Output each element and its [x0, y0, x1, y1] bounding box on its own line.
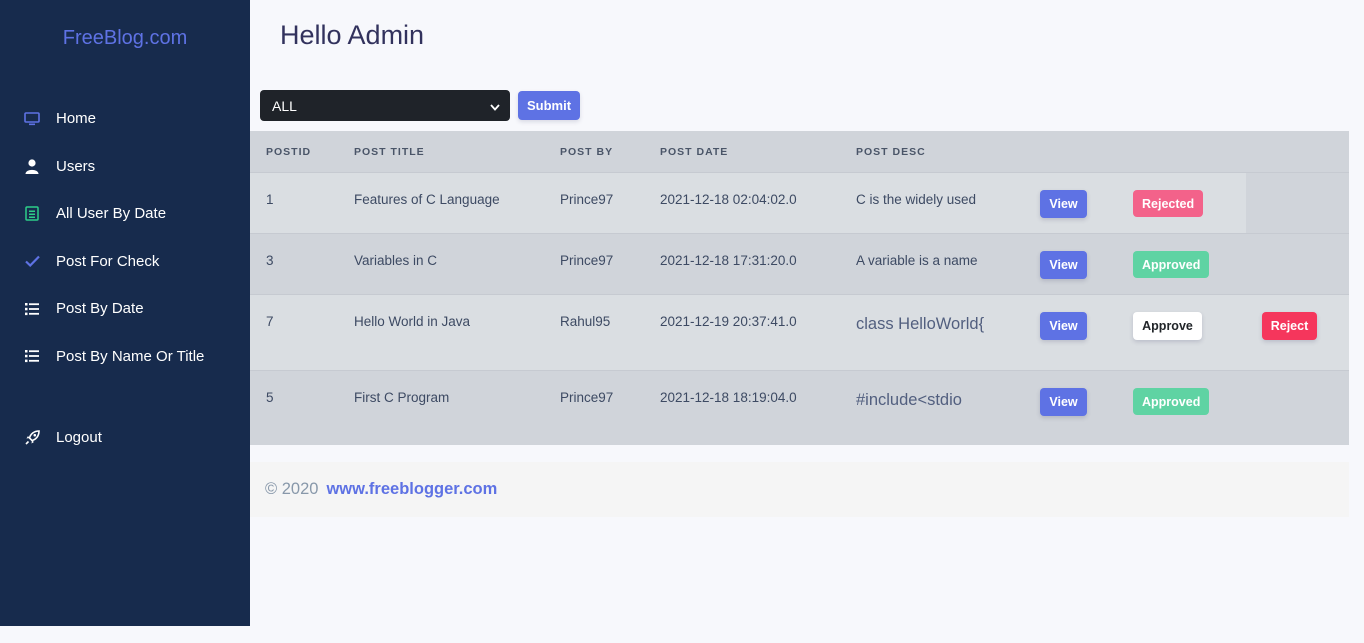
- post-title: Variables in C: [354, 253, 438, 268]
- sidebar-item-post-by-name-or-title[interactable]: Post By Name Or Title: [0, 333, 250, 381]
- sidebar-item-logout[interactable]: Logout: [0, 414, 250, 462]
- brand-logo[interactable]: FreeBlog.com: [0, 27, 250, 50]
- calendar-list-icon: [24, 206, 40, 222]
- sidebar-item-label: Home: [56, 110, 97, 128]
- table-row: 1 Features of C Language Prince97 2021-1…: [250, 172, 1349, 233]
- status-select-value: ALL: [272, 97, 297, 114]
- sidebar-item-label: Users: [56, 157, 96, 175]
- view-button[interactable]: View: [1040, 388, 1087, 416]
- logout-section: Logout: [0, 414, 250, 462]
- footer-link[interactable]: www.freeblogger.com: [326, 480, 497, 499]
- column-header-post-title: POST TITLE: [354, 145, 425, 158]
- rocket-icon: [24, 430, 40, 446]
- reject-button[interactable]: Reject: [1262, 312, 1317, 340]
- submit-button[interactable]: Submit: [518, 91, 581, 120]
- post-title: First C Program: [354, 390, 450, 405]
- list-icon: [24, 301, 40, 317]
- sidebar-item-label: Post For Check: [56, 252, 160, 270]
- post-author: Prince97: [560, 192, 614, 207]
- post-date: 2021-12-18 02:04:02.0: [660, 192, 797, 207]
- post-id: 1: [266, 192, 274, 207]
- sidebar-item-users[interactable]: Users: [0, 143, 250, 191]
- table-row: 7 Hello World in Java Rahul95 2021-12-19…: [250, 294, 1349, 370]
- post-id: 3: [266, 253, 274, 268]
- page-title: Hello Admin: [280, 20, 425, 50]
- column-header-post-by: POST BY: [560, 145, 614, 158]
- column-header-post-desc: POST DESC: [856, 145, 926, 158]
- post-title: Hello World in Java: [354, 314, 471, 329]
- post-desc: class HelloWorld{: [856, 315, 985, 333]
- view-button[interactable]: View: [1040, 190, 1087, 218]
- post-author: Prince97: [560, 390, 614, 405]
- status-badge: Rejected: [1133, 190, 1204, 217]
- sidebar-item-home[interactable]: Home: [0, 95, 250, 143]
- filter-bar: ALL Submit: [260, 90, 581, 121]
- sidebar-item-all-user-by-date[interactable]: All User By Date: [0, 190, 250, 238]
- status-badge: Approved: [1133, 388, 1210, 415]
- sidebar-nav: Home Users All User By Date Post For Che…: [0, 95, 250, 380]
- post-date: 2021-12-19 20:37:41.0: [660, 314, 797, 329]
- main-content: Hello Admin ALL Submit POSTID POST TITLE…: [250, 0, 1364, 643]
- status-select[interactable]: ALL: [260, 90, 510, 121]
- copyright-text: © 2020: [265, 480, 319, 498]
- table-header: POSTID POST TITLE POST BY POST DATE POST…: [250, 131, 1349, 172]
- post-desc: #include<stdio: [856, 391, 962, 409]
- sidebar-item-label: Post By Date: [56, 300, 144, 318]
- post-desc: C is the widely used: [856, 192, 977, 207]
- sidebar-item-post-for-check[interactable]: Post For Check: [0, 238, 250, 286]
- sidebar-item-post-by-date[interactable]: Post By Date: [0, 285, 250, 333]
- footer: © 2020 www.freeblogger.com: [250, 462, 1349, 517]
- view-button[interactable]: View: [1040, 312, 1087, 340]
- posts-table: POSTID POST TITLE POST BY POST DATE POST…: [250, 131, 1349, 445]
- check-icon: [24, 253, 40, 269]
- sidebar: FreeBlog.com Home Users All User By Date…: [0, 0, 250, 626]
- view-button[interactable]: View: [1040, 251, 1087, 279]
- table-row: 3 Variables in C Prince97 2021-12-18 17:…: [250, 233, 1349, 294]
- approve-button[interactable]: Approve: [1133, 312, 1202, 340]
- sidebar-item-label: All User By Date: [56, 205, 167, 223]
- post-title: Features of C Language: [354, 192, 500, 207]
- monitor-icon: [24, 111, 40, 127]
- status-badge: Approved: [1133, 251, 1210, 278]
- post-id: 7: [266, 314, 274, 329]
- column-header-post-date: POST DATE: [660, 145, 729, 158]
- logout-label: Logout: [56, 429, 102, 447]
- sidebar-item-label: Post By Name Or Title: [56, 347, 205, 365]
- user-icon: [24, 158, 40, 174]
- post-date: 2021-12-18 17:31:20.0: [660, 253, 797, 268]
- post-id: 5: [266, 390, 274, 405]
- chevron-down-icon: [490, 98, 500, 114]
- post-desc: A variable is a name: [856, 253, 978, 268]
- post-author: Rahul95: [560, 314, 611, 329]
- post-date: 2021-12-18 18:19:04.0: [660, 390, 797, 405]
- post-author: Prince97: [560, 253, 614, 268]
- column-header-postid: POSTID: [266, 145, 312, 158]
- list-icon: [24, 348, 40, 364]
- table-row: 5 First C Program Prince97 2021-12-18 18…: [250, 370, 1349, 445]
